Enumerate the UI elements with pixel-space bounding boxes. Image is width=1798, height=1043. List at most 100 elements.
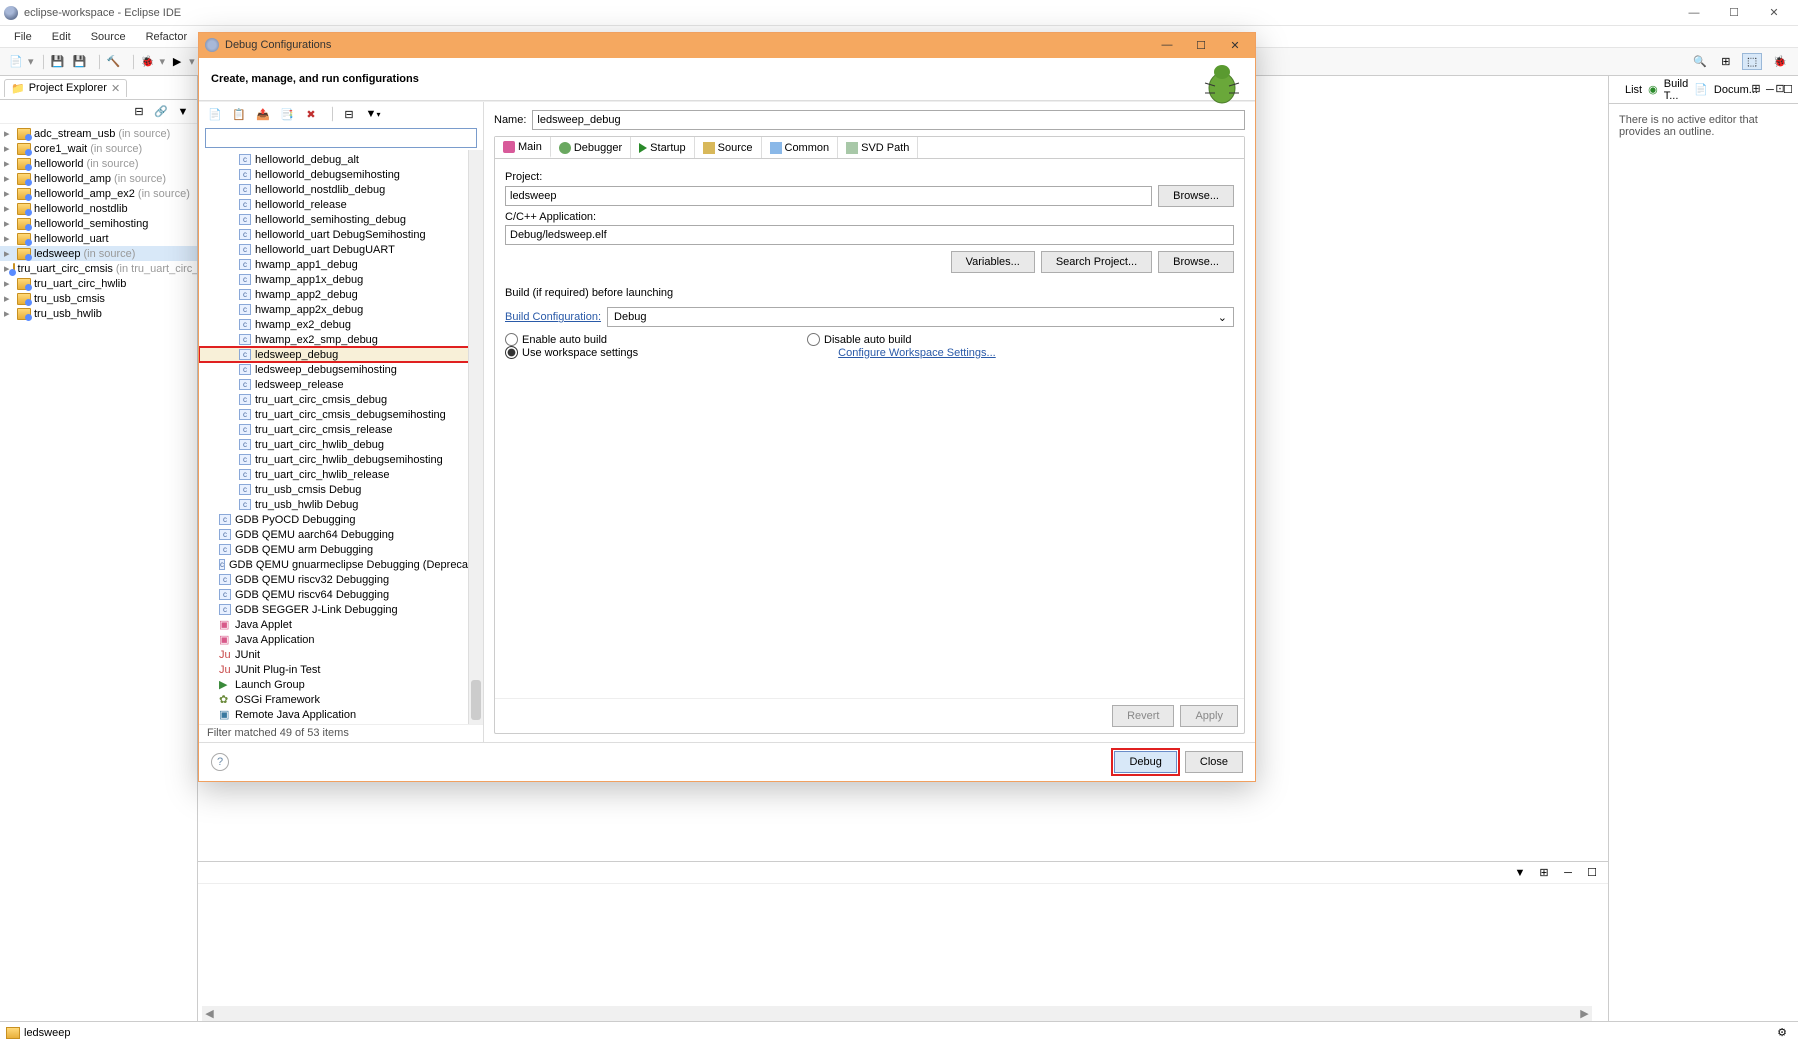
project-item[interactable]: ▸helloworld_nostdlib [0, 201, 197, 216]
tasks-filter-icon[interactable]: ▼ [1510, 863, 1530, 883]
config-type[interactable]: cGDB QEMU riscv64 Debugging [199, 587, 483, 602]
delete-icon[interactable]: ✖ [301, 104, 321, 124]
project-item[interactable]: ▸adc_stream_usb (in source) [0, 126, 197, 141]
tab-main[interactable]: Main [495, 137, 551, 158]
close-icon[interactable]: ✕ [111, 82, 120, 95]
project-item[interactable]: ▸helloworld_uart [0, 231, 197, 246]
tasks-max-icon[interactable]: ☐ [1582, 863, 1602, 883]
config-tree-scrollbar[interactable] [468, 150, 483, 724]
config-type[interactable]: ▣Remote Java Application [199, 707, 483, 722]
project-item[interactable]: ▸helloworld_amp_ex2 (in source) [0, 186, 197, 201]
configure-workspace-link[interactable]: Configure Workspace Settings... [838, 347, 996, 359]
outline-tab-build[interactable]: Build T... [1664, 78, 1688, 102]
config-item[interactable]: chwamp_ex2_smp_debug [199, 332, 483, 347]
config-item[interactable]: ctru_uart_circ_hwlib_debug [199, 437, 483, 452]
config-item[interactable]: chelloworld_uart DebugSemihosting [199, 227, 483, 242]
config-tree[interactable]: chelloworld_debug_altchelloworld_debugse… [199, 150, 483, 724]
config-item[interactable]: ctru_uart_circ_cmsis_debugsemihosting [199, 407, 483, 422]
project-item[interactable]: ▸core1_wait (in source) [0, 141, 197, 156]
config-filter-input[interactable] [205, 128, 477, 148]
config-item[interactable]: chelloworld_debug_alt [199, 152, 483, 167]
config-type[interactable]: cGDB QEMU gnuarmeclipse Debugging (Depre… [199, 557, 483, 572]
variables-button[interactable]: Variables... [951, 251, 1035, 273]
config-item[interactable]: chwamp_app2x_debug [199, 302, 483, 317]
config-type[interactable]: JuJUnit Plug-in Test [199, 662, 483, 677]
tab-common[interactable]: Common [762, 137, 839, 158]
project-tree[interactable]: ▸adc_stream_usb (in source)▸core1_wait (… [0, 124, 197, 1021]
config-item[interactable]: cledsweep_debugsemihosting [199, 362, 483, 377]
new-config-icon[interactable]: 📄 [205, 104, 225, 124]
build-config-label[interactable]: Build Configuration: [505, 311, 601, 323]
help-icon[interactable]: ? [211, 753, 229, 771]
debug-button[interactable]: Debug [1114, 751, 1176, 773]
project-explorer-tab[interactable]: 📁 Project Explorer ✕ [4, 79, 127, 97]
duplicate-icon[interactable]: 📑 [277, 104, 297, 124]
config-item[interactable]: chelloworld_nostdlib_debug [199, 182, 483, 197]
tasks-min-icon[interactable]: ─ [1558, 863, 1578, 883]
radio-use-workspace[interactable]: Use workspace settings [505, 346, 638, 359]
config-type[interactable]: cGDB SEGGER J-Link Debugging [199, 602, 483, 617]
name-input[interactable] [532, 110, 1245, 130]
config-item[interactable]: chwamp_app2_debug [199, 287, 483, 302]
menu-source[interactable]: Source [81, 29, 136, 45]
collapse-icon[interactable]: ⊟ [339, 104, 359, 124]
project-item[interactable]: ▸tru_uart_circ_hwlib [0, 276, 197, 291]
collapse-all-icon[interactable]: ⊟ [129, 102, 149, 122]
perspective-debug[interactable]: 🐞 [1768, 53, 1792, 70]
outline-tab-list[interactable]: List [1625, 84, 1642, 96]
menu-file[interactable]: File [4, 29, 42, 45]
config-type[interactable]: cGDB QEMU aarch64 Debugging [199, 527, 483, 542]
config-item[interactable]: cledsweep_release [199, 377, 483, 392]
config-type[interactable]: cGDB QEMU riscv32 Debugging [199, 572, 483, 587]
tab-startup[interactable]: Startup [631, 137, 694, 158]
filter-icon[interactable]: ▼ [173, 102, 193, 122]
project-item[interactable]: ▸helloworld (in source) [0, 156, 197, 171]
new-proto-icon[interactable]: 📋 [229, 104, 249, 124]
config-item[interactable]: chelloworld_semihosting_debug [199, 212, 483, 227]
save-all-button[interactable]: 💾 [70, 52, 90, 72]
dialog-minimize-button[interactable]: — [1153, 35, 1181, 55]
build-config-select[interactable]: Debug ⌄ [607, 307, 1234, 327]
project-item[interactable]: ▸helloworld_amp (in source) [0, 171, 197, 186]
config-type[interactable]: cGDB QEMU arm Debugging [199, 542, 483, 557]
config-item[interactable]: chwamp_ex2_debug [199, 317, 483, 332]
project-item[interactable]: ▸tru_uart_circ_cmsis (in tru_uart_circ_c… [0, 261, 197, 276]
view-menu-icon[interactable]: ⊞ [1746, 78, 1766, 98]
config-item[interactable]: chelloworld_release [199, 197, 483, 212]
tab-source[interactable]: Source [695, 137, 762, 158]
config-type[interactable]: cGDB PyOCD Debugging [199, 512, 483, 527]
statusbar-gear-icon[interactable]: ⚙ [1772, 1023, 1792, 1043]
config-type[interactable]: ▣Java Applet [199, 617, 483, 632]
config-item[interactable]: ctru_uart_circ_cmsis_debug [199, 392, 483, 407]
run-button[interactable]: ▶ [167, 52, 187, 72]
close-button[interactable]: ✕ [1754, 1, 1794, 25]
open-perspective-icon[interactable]: ⊞ [1716, 52, 1736, 72]
browse-app-button[interactable]: Browse... [1158, 251, 1234, 273]
export-icon[interactable]: 📤 [253, 104, 273, 124]
project-item[interactable]: ▸tru_usb_hwlib [0, 306, 197, 321]
dialog-maximize-button[interactable]: ☐ [1187, 35, 1215, 55]
config-type[interactable]: JuJUnit [199, 647, 483, 662]
radio-enable-auto[interactable]: Enable auto build [505, 333, 607, 346]
search-icon[interactable]: 🔍 [1690, 52, 1710, 72]
menu-edit[interactable]: Edit [42, 29, 81, 45]
save-button[interactable]: 💾 [48, 52, 68, 72]
menu-refactor[interactable]: Refactor [136, 29, 198, 45]
search-project-button[interactable]: Search Project... [1041, 251, 1152, 273]
apply-button[interactable]: Apply [1180, 705, 1238, 727]
link-editor-icon[interactable]: 🔗 [151, 102, 171, 122]
tasks-layout-icon[interactable]: ⊞ [1534, 863, 1554, 883]
maximize-button[interactable]: ☐ [1714, 1, 1754, 25]
tab-debugger[interactable]: Debugger [551, 137, 631, 158]
config-item[interactable]: ctru_uart_circ_hwlib_debugsemihosting [199, 452, 483, 467]
minimize-button[interactable]: — [1674, 1, 1714, 25]
dialog-close-button[interactable]: ✕ [1221, 35, 1249, 55]
config-type[interactable]: ▣Java Application [199, 632, 483, 647]
new-button[interactable]: 📄 [6, 52, 26, 72]
project-item[interactable]: ▸ledsweep (in source) [0, 246, 197, 261]
config-item[interactable]: ctru_uart_circ_cmsis_release [199, 422, 483, 437]
perspective-cpp[interactable]: ⬚ [1742, 53, 1762, 70]
config-item[interactable]: ctru_usb_hwlib Debug [199, 497, 483, 512]
filter-config-icon[interactable]: ▼▾ [363, 104, 383, 124]
config-item[interactable]: chelloworld_debugsemihosting [199, 167, 483, 182]
